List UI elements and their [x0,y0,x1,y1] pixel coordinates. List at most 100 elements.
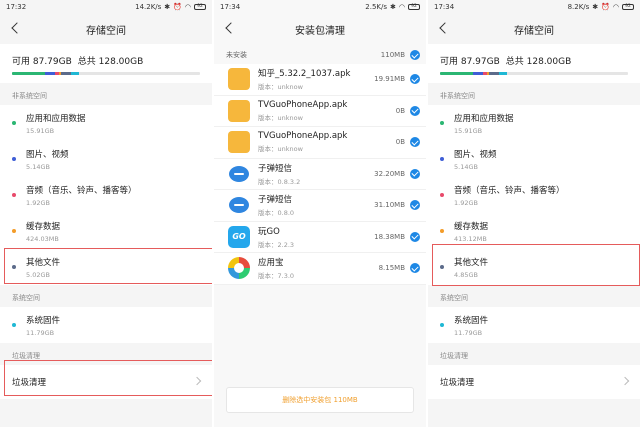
selected-check-icon[interactable] [410,168,420,179]
storage-category-item[interactable]: 缓存数据 424.03MB [0,213,212,249]
back-arrow-icon[interactable] [10,21,24,35]
category-size: 4.85GB [454,270,478,279]
selected-check-icon[interactable] [410,74,420,85]
battery-icon: 92 [194,4,206,10]
bluetooth-icon: ✱ [592,3,599,11]
package-version: 版本：unknow [258,83,303,92]
package-row[interactable]: 知乎_5.32.2_1037.apk 版本：unknow 19.91MB [214,64,426,96]
page-title: 存储空间 [86,25,126,37]
category-size: 5.14GB [454,162,478,171]
storage-category-item[interactable]: 音频（音乐、铃声、播客等） 1.92GB [0,177,212,213]
category-title: 缓存数据 [26,221,61,232]
package-size: 18.38MB [374,232,405,241]
package-name: 玩GO [258,226,280,237]
network-speed: 2.5K/s [365,3,388,11]
network-speed: 8.2K/s [567,3,590,11]
storage-category-item[interactable]: 图片、视频 5.14GB [428,141,640,177]
system-firmware-item[interactable]: 系统固件 11.79GB [428,307,640,343]
status-time: 17:34 [220,3,241,11]
package-row[interactable]: 应用宝 版本：7.3.0 8.15MB [214,253,426,285]
title-bar: 存储空间 [0,14,212,44]
category-size: 1.92GB [26,198,50,207]
package-version: 版本：0.8.3.2 [258,177,301,186]
package-clean-screen: 17:34 2.5K/s ✱ ◠ 92 安装包清理 未安装 110MB 知乎_5… [214,0,426,427]
category-dot [12,323,16,327]
package-row[interactable]: GO 玩GO 版本：2.2.3 18.38MB [214,221,426,253]
status-time: 17:32 [6,3,27,11]
storage-category-item[interactable]: 缓存数据 413.12MB [428,213,640,249]
package-row[interactable]: TVGuoPhoneApp.apk 版本：unknow 0B [214,95,426,127]
bluetooth-icon: ✱ [390,3,396,11]
storage-category-list: 应用和应用数据 15.91GB 图片、视频 5.14GB 音频（音乐、铃声、播客等） 1.… [0,105,212,285]
package-size: 31.10MB [374,201,405,210]
storage-screen-before: 17:32 14.2K/s ✱ ⏰ ◠ 92 存储空间 可用 87.79GB 总… [0,0,212,427]
folder-app-icon [228,131,250,154]
category-title: 音频（音乐、铃声、播客等） [454,185,565,196]
storage-category-list: 应用和应用数据 15.91GB 图片、视频 5.14GB 音频（音乐、铃声、播客等） 1.… [428,105,640,285]
category-dot [12,229,16,233]
storage-category-item[interactable]: 应用和应用数据 15.91GB [428,105,640,141]
storage-category-item[interactable]: 图片、视频 5.14GB [0,141,212,177]
category-dot [440,229,444,233]
package-version: 版本：7.3.0 [258,272,295,281]
package-row[interactable]: 子弹短信 版本：0.8.3.2 32.20MB [214,158,426,190]
storage-screen-after: 17:34 8.2K/s ✱ ⏰ ◠ 92 存储空间 可用 87.97GB 总共… [428,0,640,427]
battery-icon: 92 [622,4,634,10]
yyb-app-icon [228,257,250,280]
total-space: 总共 128.00GB [77,57,144,67]
selected-check-icon[interactable] [410,263,420,274]
category-size: 5.14GB [26,162,50,171]
category-title: 应用和应用数据 [26,113,86,124]
system-label: 系统空间 [0,285,212,307]
package-version: 版本：unknow [258,113,303,122]
delete-selected-button[interactable]: 删除选中安装包 110MB [226,387,414,413]
select-all-check-icon[interactable] [410,50,420,60]
package-size: 0B [395,138,405,147]
category-size: 5.02GB [26,270,50,279]
status-bar: 17:32 14.2K/s ✱ ⏰ ◠ 92 [0,0,212,14]
battery-icon: 92 [408,4,420,10]
storage-usage-bar [12,72,200,75]
storage-category-item[interactable]: 其他文件 5.02GB [0,249,212,285]
system-label: 系统空间 [428,285,640,307]
selected-check-icon[interactable] [410,231,420,242]
package-name: 子弹短信 [258,163,293,174]
category-dot [440,265,444,269]
trash-clean-item[interactable]: 垃圾清理 [0,365,212,399]
category-size: 15.91GB [454,126,483,135]
category-size: 424.03MB [26,234,59,243]
system-firmware-item[interactable]: 系统固件 11.79GB [0,307,212,343]
storage-category-item[interactable]: 音频（音乐、铃声、播客等） 1.92GB [428,177,640,213]
back-arrow-icon[interactable] [224,21,238,35]
storage-summary: 可用 87.97GB 总共 128.00GB [428,44,640,83]
folder-app-icon [228,99,250,122]
storage-category-item[interactable]: 其他文件 4.85GB [428,249,640,285]
wifi-icon: ◠ [398,3,405,11]
category-dot [12,265,16,269]
go-app-icon: GO [228,225,250,248]
package-row[interactable]: TVGuoPhoneApp.apk 版本：unknow 0B [214,127,426,159]
available-space: 可用 87.79GB [12,57,72,67]
package-version: 版本：unknow [258,145,303,154]
category-dot [440,323,444,327]
trash-label: 垃圾清理 [0,343,212,365]
wifi-icon: ◠ [184,3,191,11]
package-list: 知乎_5.32.2_1037.apk 版本：unknow 19.91MB TVGuoP… [214,64,426,285]
network-speed: 14.2K/s [135,3,162,11]
package-row[interactable]: 子弹短信 版本：0.8.0 31.10MB [214,190,426,222]
wifi-icon: ◠ [612,3,619,11]
trash-clean-item[interactable]: 垃圾清理 [428,365,640,399]
storage-category-item[interactable]: 应用和应用数据 15.91GB [0,105,212,141]
back-arrow-icon[interactable] [438,21,452,35]
alarm-icon: ⏰ [173,3,182,11]
category-size: 15.91GB [26,126,55,135]
category-dot [12,193,16,197]
selected-check-icon[interactable] [410,200,420,211]
package-name: TVGuoPhoneApp.apk [258,131,348,142]
category-title: 音频（音乐、铃声、播客等） [26,185,137,196]
package-name: 知乎_5.32.2_1037.apk [258,69,351,80]
selected-check-icon[interactable] [410,105,420,116]
category-title: 图片、视频 [26,149,69,160]
selected-check-icon[interactable] [410,137,420,148]
category-dot [12,157,16,161]
